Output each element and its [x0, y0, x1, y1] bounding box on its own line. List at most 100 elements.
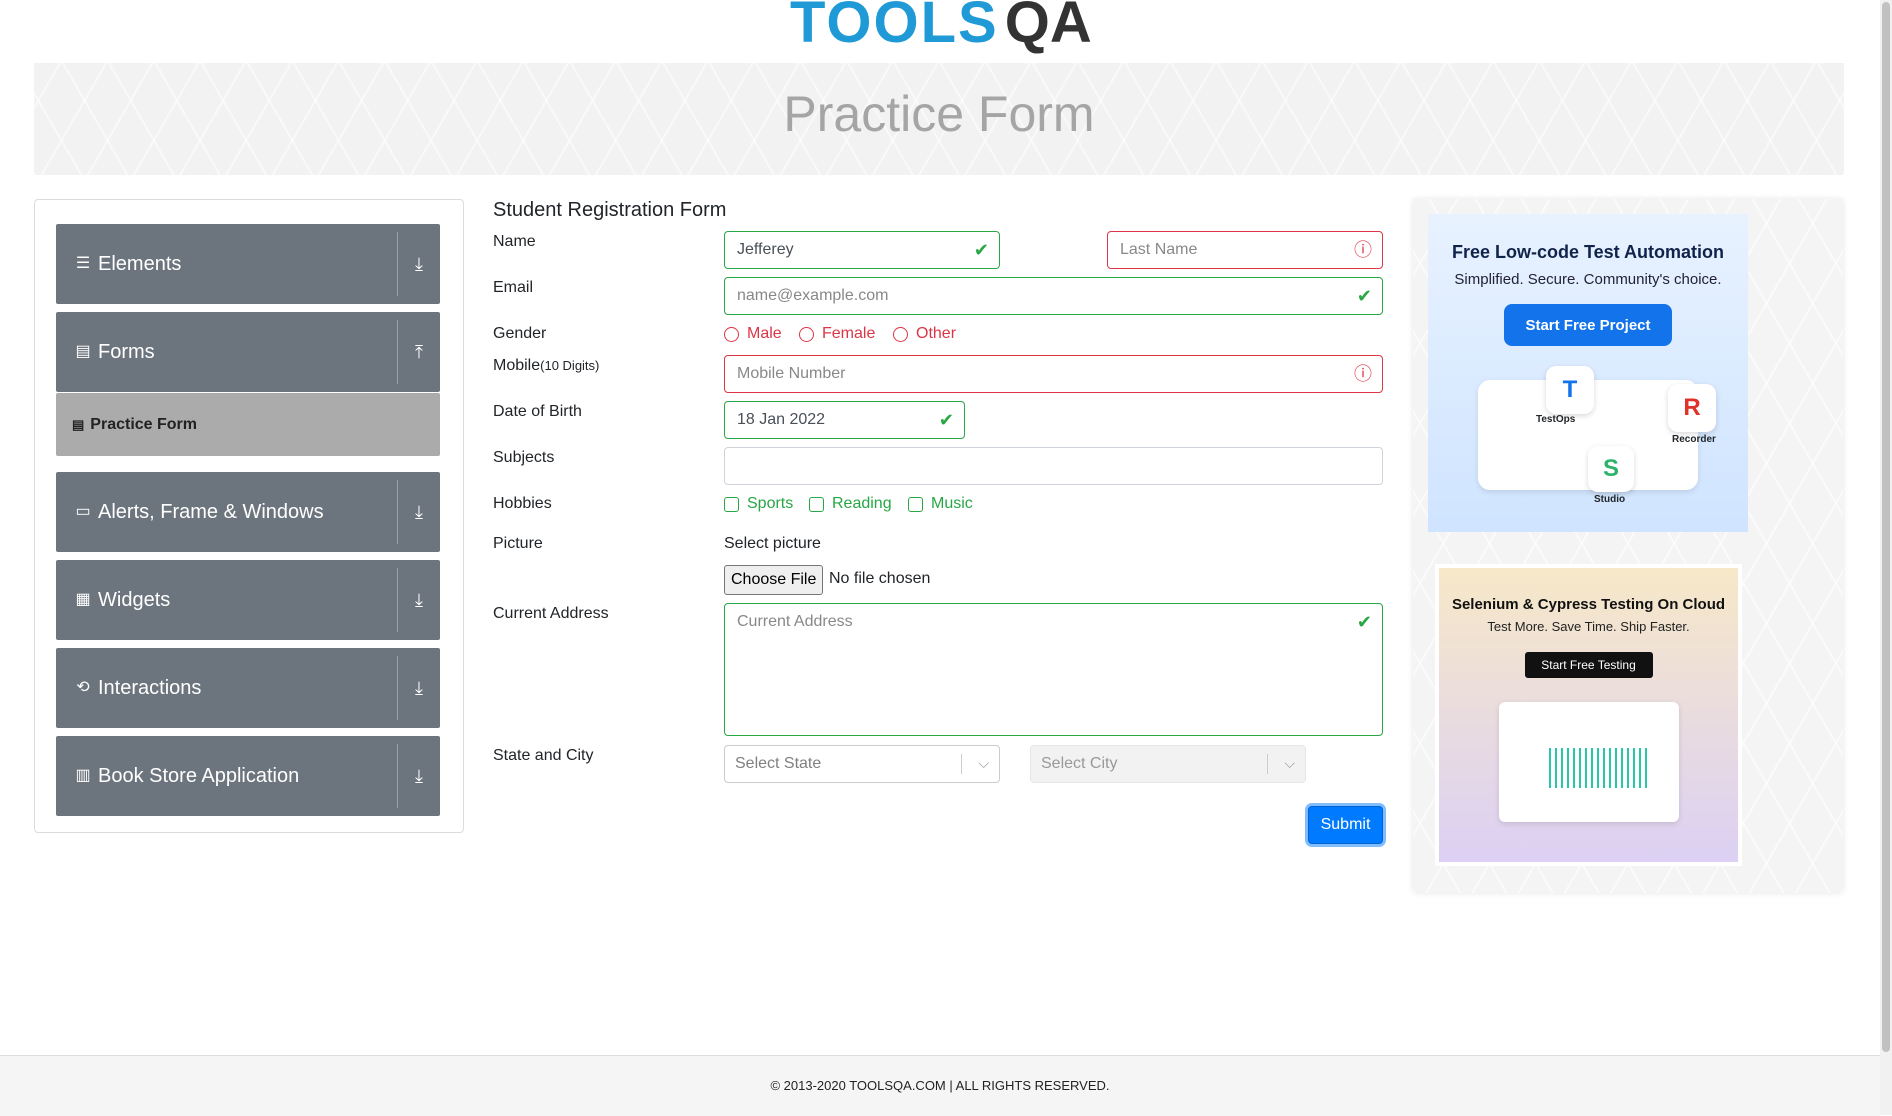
mobile-placeholder: Mobile Number: [737, 365, 846, 382]
form-icon: ▤: [72, 416, 85, 432]
window-icon: ▭: [75, 503, 91, 520]
logo-text: TOOLS: [790, 0, 999, 55]
ad-subtitle: Test More. Save Time. Ship Faster.: [1487, 619, 1690, 634]
lambdatest-ad[interactable]: Selenium & Cypress Testing On Cloud Test…: [1435, 564, 1742, 866]
testops-icon: T: [1546, 366, 1594, 414]
email-placeholder: name@example.com: [737, 287, 889, 304]
page-banner: Practice Form: [34, 63, 1844, 175]
sidebar-group-label: Alerts, Frame & Windows: [98, 500, 324, 523]
last-name-input[interactable]: Last Name ⓘ: [1107, 231, 1383, 269]
hobby-music-checkbox[interactable]: Music: [908, 495, 973, 513]
subjects-input[interactable]: [724, 447, 1383, 485]
mobile-label: Mobile(10 Digits): [493, 357, 599, 375]
gender-label: Gender: [493, 325, 547, 342]
picture-label: Picture: [493, 535, 543, 552]
date-of-birth-input[interactable]: 18 Jan 2022 ✔: [724, 401, 965, 439]
hobby-reading-checkbox[interactable]: Reading: [809, 495, 892, 513]
select-picture-label: Select picture: [724, 535, 821, 552]
choose-file-button[interactable]: Choose File: [724, 565, 824, 595]
first-name-input[interactable]: Jefferey ✔: [724, 231, 1000, 269]
radio-circle: [799, 326, 814, 342]
email-label: Email: [493, 279, 534, 296]
studio-label: Studio: [1594, 494, 1626, 505]
page-scrollbar[interactable]: [1880, 0, 1892, 1115]
ad-panel: Free Low-code Test Automation Simplified…: [1413, 199, 1843, 893]
last-name-placeholder: Last Name: [1120, 241, 1198, 258]
checkbox-box: [724, 496, 739, 512]
mobile-label-text: Mobile: [493, 357, 541, 374]
ad-illustration: T TestOps R Recorder S Studio: [1428, 346, 1748, 506]
check-icon: ✔: [938, 410, 954, 430]
sidebar-group-label: Elements: [98, 252, 182, 275]
email-input[interactable]: name@example.com ✔: [724, 277, 1383, 315]
error-icon: ⓘ: [1354, 364, 1372, 384]
divider: [961, 754, 962, 774]
books-icon: ▥: [75, 767, 91, 784]
expand-icon[interactable]: ⤓: [398, 736, 440, 816]
expand-icon[interactable]: ⤓: [398, 472, 440, 552]
form-title: Student Registration Form: [493, 199, 727, 221]
start-free-testing-button[interactable]: Start Free Testing: [1524, 652, 1653, 678]
recorder-label: Recorder: [1672, 434, 1716, 445]
checkbox-box: [809, 496, 824, 512]
testops-label: TestOps: [1536, 414, 1576, 425]
state-select[interactable]: Select State ⌵: [724, 745, 1000, 783]
gender-female-radio[interactable]: Female: [799, 325, 875, 343]
check-icon: ✔: [1356, 286, 1372, 306]
sidebar-group-label: Book Store Application: [98, 764, 300, 787]
sidebar: ☰ Elements ⤓ ▤ Forms ⤒ ▤ Practice Form ▭ Al…: [34, 199, 464, 833]
collapse-icon[interactable]: ⤒: [398, 312, 440, 392]
ad-title: Selenium & Cypress Testing On Cloud: [1451, 596, 1726, 613]
expand-icon[interactable]: ⤓: [398, 560, 440, 640]
hobbies-label: Hobbies: [493, 495, 552, 512]
gender-other-radio[interactable]: Other: [893, 325, 956, 343]
sidebar-group-elements[interactable]: ☰ Elements ⤓: [56, 224, 440, 304]
sidebar-item-label: Practice Form: [90, 415, 198, 433]
scrollbar-thumb[interactable]: [1882, 2, 1890, 1052]
document-icon: ▤: [75, 343, 91, 360]
sidebar-group-widgets[interactable]: ▦ Widgets ⤓: [56, 560, 440, 640]
ad-subtitle: Simplified. Secure. Community's choice.: [1454, 271, 1722, 288]
expand-icon[interactable]: ⤓: [398, 224, 440, 304]
sidebar-item-practice-form[interactable]: ▤ Practice Form: [56, 393, 440, 456]
page-title: Practice Form: [783, 86, 1095, 142]
address-placeholder: Current Address: [737, 613, 853, 630]
hobby-label: Music: [931, 495, 973, 512]
chevron-down-icon: ⌵: [978, 755, 989, 771]
error-icon: ⓘ: [1354, 240, 1372, 260]
gender-option-label: Female: [822, 325, 876, 342]
city-select[interactable]: Select City ⌵: [1030, 745, 1306, 783]
hobby-label: Reading: [832, 495, 892, 512]
copyright-text: © 2013-2020 TOOLSQA.COM | ALL RIGHTS RES…: [770, 1078, 1110, 1093]
divider: [1267, 754, 1268, 774]
sidebar-group-label: Interactions: [98, 676, 202, 699]
mobile-input[interactable]: Mobile Number ⓘ: [724, 355, 1383, 393]
expand-icon[interactable]: ⤓: [398, 648, 440, 728]
logo-suffix: QA: [1004, 0, 1092, 55]
hobby-sports-checkbox[interactable]: Sports: [724, 495, 793, 513]
current-address-textarea[interactable]: Current Address ✔: [724, 603, 1383, 736]
katalon-ad[interactable]: Free Low-code Test Automation Simplified…: [1428, 214, 1748, 532]
checkbox-box: [908, 496, 923, 512]
sidebar-group-book-store[interactable]: ▥ Book Store Application ⤓: [56, 736, 440, 816]
gender-option-label: Other: [916, 325, 957, 342]
mobile-hint: (10 Digits): [540, 358, 600, 373]
gender-option-label: Male: [747, 325, 782, 342]
sidebar-group-alerts[interactable]: ▭ Alerts, Frame & Windows ⤓: [56, 472, 440, 552]
state-city-label: State and City: [493, 747, 594, 764]
menu-icon: ☰: [75, 255, 91, 272]
footer: © 2013-2020 TOOLSQA.COM | ALL RIGHTS RES…: [0, 1055, 1880, 1116]
radio-circle: [893, 326, 908, 342]
toolsqa-logo[interactable]: TOOLS QA: [790, 0, 1092, 52]
submit-button[interactable]: Submit: [1308, 806, 1383, 844]
dob-label: Date of Birth: [493, 403, 582, 420]
sidebar-group-label: Forms: [98, 340, 155, 363]
check-icon: ✔: [1356, 612, 1372, 632]
sidebar-group-interactions[interactable]: ⟲ Interactions ⤓: [56, 648, 440, 728]
sidebar-group-forms[interactable]: ▤ Forms ⤒: [56, 312, 440, 392]
gender-male-radio[interactable]: Male: [724, 325, 782, 343]
studio-icon: S: [1588, 446, 1634, 492]
start-free-project-button[interactable]: Start Free Project: [1504, 304, 1672, 346]
first-name-value: Jefferey: [737, 241, 794, 258]
file-status: No file chosen: [829, 570, 931, 587]
